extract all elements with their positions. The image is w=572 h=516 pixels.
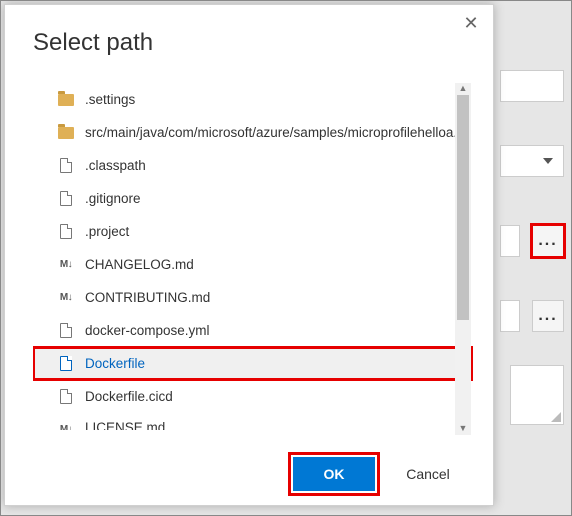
file-item-gitignore[interactable]: .gitignore	[33, 182, 473, 215]
file-item-classpath[interactable]: .classpath	[33, 149, 473, 182]
scroll-down-icon[interactable]: ▼	[455, 423, 471, 435]
scrollbar-thumb[interactable]	[457, 95, 469, 320]
file-item-src[interactable]: src/main/java/com/microsoft/azure/sample…	[33, 116, 473, 149]
file-icon	[57, 388, 75, 406]
scrollbar[interactable]: ▲ ▼	[455, 83, 471, 435]
file-item-project[interactable]: .project	[33, 215, 473, 248]
browse-button[interactable]: ...	[532, 300, 564, 332]
file-label: docker-compose.yml	[85, 323, 210, 338]
ok-button[interactable]: OK	[293, 457, 375, 491]
dialog-title: Select path	[5, 5, 493, 79]
scroll-up-icon[interactable]: ▲	[455, 83, 471, 95]
file-icon	[57, 322, 75, 340]
ellipsis-icon: ...	[538, 232, 557, 250]
markdown-icon: M↓	[57, 420, 75, 430]
resize-handle[interactable]	[551, 412, 561, 422]
file-item-contributing[interactable]: M↓ CONTRIBUTING.md	[33, 281, 473, 314]
file-icon	[57, 223, 75, 241]
file-label: .project	[85, 224, 129, 239]
file-list: .settings src/main/java/com/microsoft/az…	[33, 83, 473, 435]
file-label: CONTRIBUTING.md	[85, 290, 210, 305]
file-icon	[57, 355, 75, 373]
file-label: .settings	[85, 92, 135, 107]
close-icon[interactable]: ✕	[459, 11, 483, 35]
folder-icon	[57, 124, 75, 142]
bg-input-2[interactable]	[500, 225, 520, 257]
file-label: LICENSE.md	[85, 420, 165, 430]
file-label: Dockerfile	[85, 356, 145, 371]
dialog-footer: OK Cancel	[293, 457, 469, 491]
markdown-icon: M↓	[57, 256, 75, 274]
file-item-docker-compose[interactable]: docker-compose.yml	[33, 314, 473, 347]
bg-input-3[interactable]	[500, 300, 520, 332]
select-path-dialog: ✕ Select path .settings src/main/java/co…	[4, 4, 494, 506]
bg-input[interactable]	[500, 70, 564, 102]
file-item-license[interactable]: M↓ LICENSE.md	[33, 413, 473, 430]
file-icon	[57, 190, 75, 208]
file-label: src/main/java/com/microsoft/azure/sample…	[85, 125, 465, 140]
file-label: .gitignore	[85, 191, 141, 206]
folder-icon	[57, 91, 75, 109]
file-item-dockerfile-cicd[interactable]: Dockerfile.cicd	[33, 380, 473, 413]
file-label: .classpath	[85, 158, 146, 173]
browse-button-highlighted[interactable]: ...	[532, 225, 564, 257]
file-icon	[57, 157, 75, 175]
bg-dropdown[interactable]	[500, 145, 564, 177]
file-label: CHANGELOG.md	[85, 257, 194, 272]
cancel-button[interactable]: Cancel	[387, 457, 469, 491]
file-item-settings[interactable]: .settings	[33, 83, 473, 116]
bg-textarea[interactable]	[510, 365, 564, 425]
file-label: Dockerfile.cicd	[85, 389, 173, 404]
file-item-changelog[interactable]: M↓ CHANGELOG.md	[33, 248, 473, 281]
ellipsis-icon: ...	[538, 307, 557, 325]
markdown-icon: M↓	[57, 289, 75, 307]
file-item-dockerfile[interactable]: Dockerfile	[33, 347, 473, 380]
